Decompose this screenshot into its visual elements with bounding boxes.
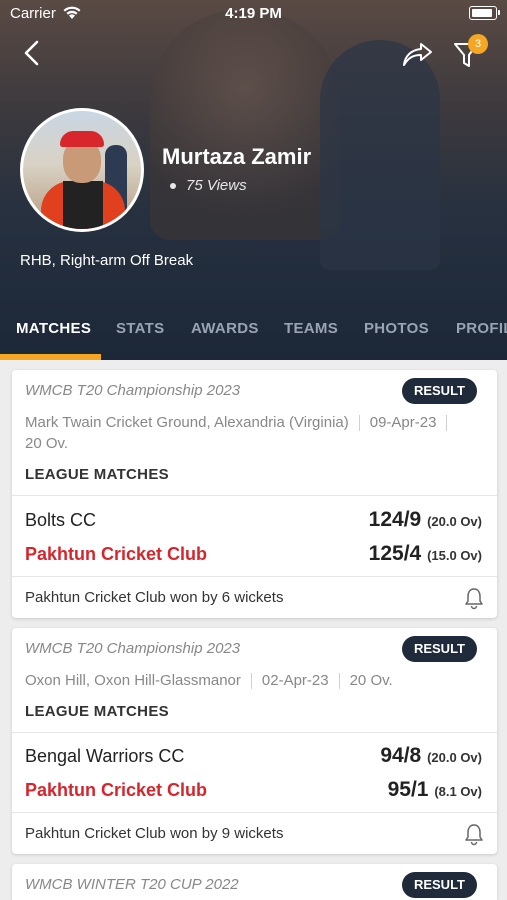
team2-score: 125/4 (15.0 Ov) xyxy=(369,542,482,566)
player-name: Murtaza Zamir xyxy=(162,144,312,169)
team1-score: 124/9 (20.0 Ov) xyxy=(369,508,482,532)
result-badge: RESULT xyxy=(401,378,477,404)
divider xyxy=(12,812,497,813)
match-overs: 20 Ov. xyxy=(25,435,69,452)
match-stage: LEAGUE MATCHES xyxy=(25,703,169,720)
match-card[interactable]: WMCB T20 Championship 2023 RESULT Mark T… xyxy=(12,370,497,618)
active-tab-indicator xyxy=(0,354,101,360)
header-background-photo xyxy=(150,10,340,240)
filter-count-badge: 3 xyxy=(468,34,488,54)
profile-header: Carrier 4:19 PM 3 Murtaza Zamir 75 Views… xyxy=(0,0,507,360)
match-venue-line: Mark Twain Cricket Ground, Alexandria (V… xyxy=(25,412,485,454)
team1-runs: 94/8 xyxy=(380,744,422,767)
team1-runs: 124/9 xyxy=(368,508,422,531)
venue: Mark Twain Cricket Ground, Alexandria (V… xyxy=(25,414,349,431)
share-arrow-icon xyxy=(403,43,432,66)
team1-name: Bolts CC xyxy=(25,510,97,530)
header-background-person xyxy=(320,40,440,270)
tab-awards[interactable]: AWARDS xyxy=(191,320,259,337)
team2-overs: (8.1 Ov) xyxy=(434,784,482,799)
player-avatar[interactable] xyxy=(20,108,144,232)
venue: Oxon Hill, Oxon Hill-Glassmanor xyxy=(25,672,241,689)
profile-tabs: MATCHES STATS AWARDS TEAMS PHOTOS PROFIL… xyxy=(0,310,507,360)
team2-overs: (15.0 Ov) xyxy=(427,548,482,563)
tournament-name: WMCB WINTER T20 CUP 2022 xyxy=(25,876,239,893)
status-bar: Carrier 4:19 PM xyxy=(0,0,507,28)
team2-runs: 95/1 xyxy=(387,778,429,801)
player-photo xyxy=(23,111,141,229)
team2-name: Pakhtun Cricket Club xyxy=(25,780,208,800)
divider xyxy=(12,732,497,733)
filter-button[interactable]: 3 xyxy=(452,34,492,70)
match-result: Pakhtun Cricket Club won by 9 wickets xyxy=(25,825,284,842)
match-overs: 20 Ov. xyxy=(349,672,393,689)
tab-matches[interactable]: MATCHES xyxy=(16,320,91,337)
chevron-left-icon xyxy=(24,40,39,66)
player-role: RHB, Right-arm Off Break xyxy=(20,252,194,269)
tab-profile[interactable]: PROFILE xyxy=(456,320,507,337)
team1-overs: (20.0 Ov) xyxy=(427,514,482,529)
match-card[interactable]: WMCB WINTER T20 CUP 2022 RESULT xyxy=(12,864,497,900)
clock: 4:19 PM xyxy=(225,5,282,22)
team2-runs: 125/4 xyxy=(368,542,422,565)
tournament-name: WMCB T20 Championship 2023 xyxy=(25,640,241,657)
team2-name: Pakhtun Cricket Club xyxy=(25,544,208,564)
share-button[interactable] xyxy=(400,38,436,70)
bell-icon[interactable] xyxy=(463,586,485,610)
views-count: 75 Views xyxy=(170,177,247,194)
divider xyxy=(12,495,497,496)
battery-icon xyxy=(469,6,500,20)
result-badge: RESULT xyxy=(401,636,477,662)
tab-teams[interactable]: TEAMS xyxy=(284,320,338,337)
team1-score: 94/8 (20.0 Ov) xyxy=(380,744,482,768)
match-result: Pakhtun Cricket Club won by 6 wickets xyxy=(25,589,284,606)
dot-icon xyxy=(170,183,176,190)
match-date: 02-Apr-23 xyxy=(261,672,329,689)
team1-name: Bengal Warriors CC xyxy=(25,746,185,766)
match-stage: LEAGUE MATCHES xyxy=(25,466,169,483)
views-label: 75 Views xyxy=(186,177,247,194)
divider xyxy=(12,576,497,577)
team2-score: 95/1 (8.1 Ov) xyxy=(388,778,482,802)
match-card[interactable]: WMCB T20 Championship 2023 RESULT Oxon H… xyxy=(12,628,497,854)
bell-icon[interactable] xyxy=(463,822,485,846)
result-badge: RESULT xyxy=(401,872,477,898)
back-button[interactable] xyxy=(18,38,48,68)
tournament-name: WMCB T20 Championship 2023 xyxy=(25,382,241,399)
match-date: 09-Apr-23 xyxy=(369,414,437,431)
match-venue-line: Oxon Hill, Oxon Hill-Glassmanor 02-Apr-23… xyxy=(25,670,485,691)
tab-photos[interactable]: PHOTOS xyxy=(364,320,429,337)
tab-stats[interactable]: STATS xyxy=(116,320,164,337)
team1-overs: (20.0 Ov) xyxy=(427,750,482,765)
